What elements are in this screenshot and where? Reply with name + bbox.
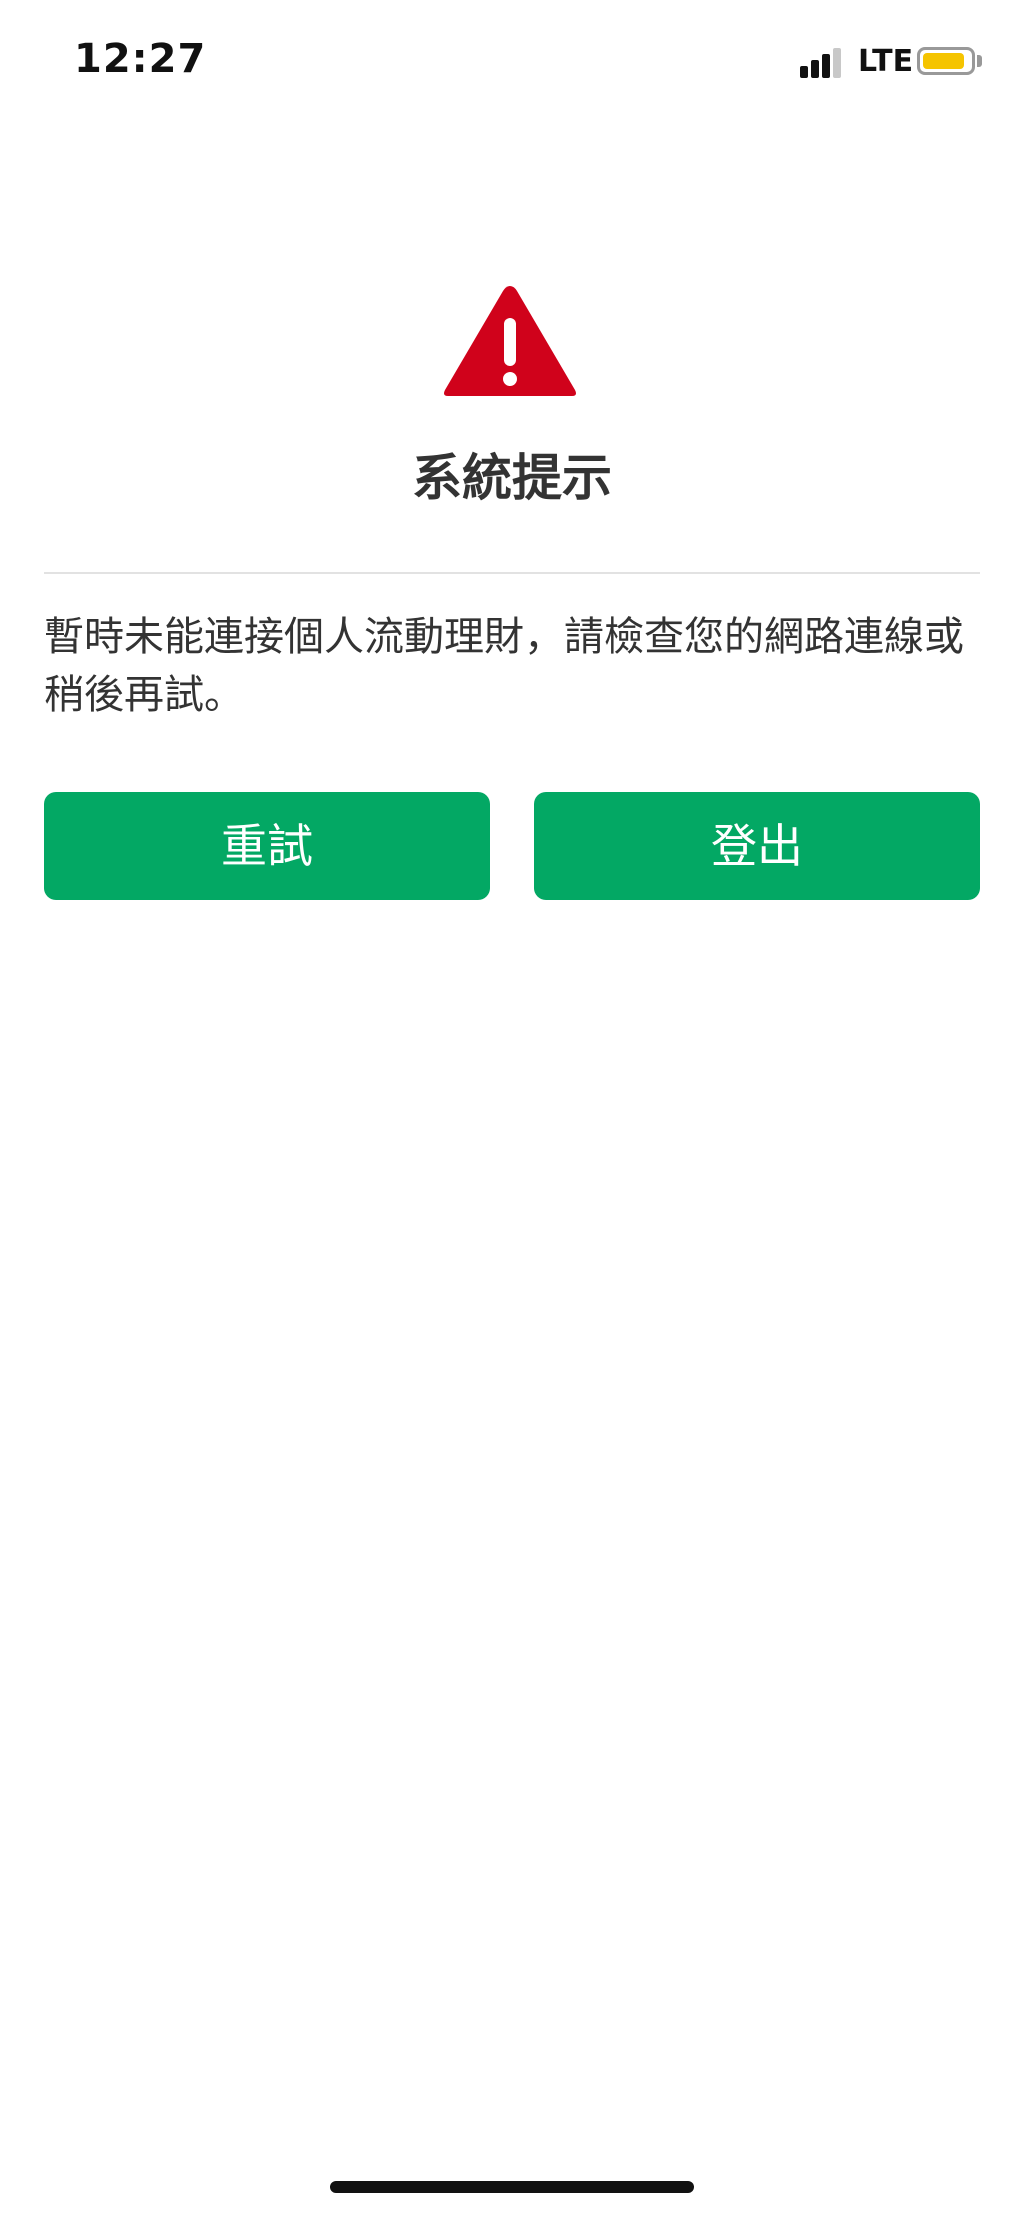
status-time: 12:27 <box>74 36 207 82</box>
error-message: 暫時未能連接個人流動理財，請檢查您的網路連線或稍後再試。 <box>44 614 964 718</box>
home-indicator[interactable] <box>330 2181 694 2193</box>
divider <box>44 572 980 574</box>
signal-bar <box>833 48 841 78</box>
battery-icon <box>917 47 975 75</box>
status-bar: 12:27 LTE <box>0 0 1024 130</box>
dialog-title: 系統提示 <box>412 449 612 507</box>
signal-bar <box>822 54 830 78</box>
battery-tip <box>977 55 982 67</box>
signal-bar <box>800 66 808 78</box>
logout-button[interactable]: 登出 <box>534 792 980 900</box>
warning-triangle-icon <box>444 286 576 396</box>
battery-level <box>923 53 964 69</box>
network-type: LTE <box>858 44 914 79</box>
signal-strength-icon <box>800 46 850 78</box>
signal-bar <box>811 60 819 78</box>
retry-button[interactable]: 重試 <box>44 792 490 900</box>
